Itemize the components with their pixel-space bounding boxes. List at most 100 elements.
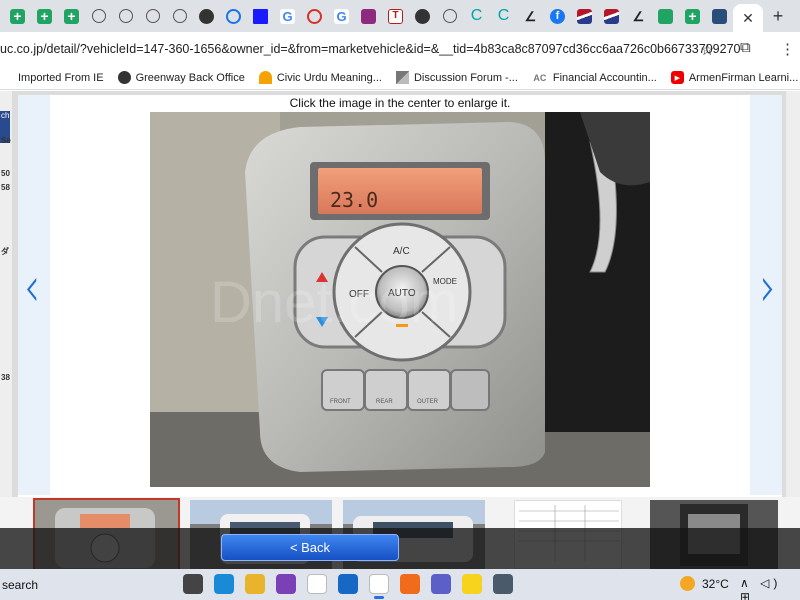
dots-icon: [442, 9, 457, 23]
browser-tab[interactable]: [436, 0, 463, 32]
bookmark-star-icon[interactable]: ☆: [700, 40, 714, 60]
forum-icon: [395, 71, 409, 84]
rainbow-icon: [258, 71, 272, 84]
bottom-overlay: [0, 528, 800, 569]
browser-tab[interactable]: C: [463, 0, 490, 32]
browser-tab[interactable]: [409, 0, 436, 32]
new-tab-button[interactable]: +: [763, 6, 793, 27]
bookmark-label: Civic Urdu Meaning...: [276, 71, 382, 84]
browser-tab[interactable]: f: [544, 0, 571, 32]
bookmark-item[interactable]: Discussion Forum -...: [395, 71, 518, 84]
active-tab-close-icon[interactable]: ✕: [733, 4, 763, 32]
blue-square-icon: [253, 8, 268, 24]
browser-tab[interactable]: ∠: [625, 0, 652, 32]
background-text: 50: [1, 169, 10, 178]
back-button[interactable]: < Back: [221, 534, 399, 561]
bookmark-item[interactable]: Greenway Back Office: [117, 71, 245, 84]
sticky-notes-icon[interactable]: [462, 574, 482, 594]
address-bar[interactable]: uc.co.jp/detail/?vehicleId=147-360-1656&…: [0, 42, 740, 56]
enlarge-hint: Click the image in the center to enlarge…: [289, 96, 511, 110]
outlook-icon[interactable]: [338, 574, 358, 594]
ac-logo-icon: AC: [533, 72, 547, 83]
browser-tab[interactable]: [139, 0, 166, 32]
car-site-icon: [712, 8, 727, 24]
prev-image-arrow-icon[interactable]: ‹: [24, 256, 40, 320]
purple-square-icon: [361, 8, 376, 24]
weather-icon[interactable]: [680, 576, 695, 591]
browser-tab[interactable]: [598, 0, 625, 32]
ring-logo-icon: [226, 8, 241, 24]
active-app-indicator: [374, 596, 384, 599]
bookmark-item[interactable]: Imported From IE: [0, 71, 104, 84]
system-tray[interactable]: ∧ ◁) ⊞: [740, 576, 800, 600]
green-plus-icon: [64, 8, 79, 24]
green-plus-icon: [10, 8, 25, 24]
t-logo-icon: T: [388, 8, 403, 24]
file-explorer-icon[interactable]: [245, 574, 265, 594]
browser-tab[interactable]: [166, 0, 193, 32]
bookmark-item[interactable]: Civic Urdu Meaning...: [258, 71, 382, 84]
task-view-icon[interactable]: [183, 574, 203, 594]
background-text: Se: [1, 136, 11, 145]
tab-strip: G G T CC ∠ f ∠ ✕+: [0, 0, 800, 32]
main-vehicle-photo[interactable]: 23.0 A/C OFF AUTO MODE FRONT REAR OUTER …: [150, 112, 650, 487]
bookmark-item[interactable]: ▶ ArmenFirman Learni...: [670, 71, 799, 84]
browser-tab[interactable]: [652, 0, 679, 32]
bookmark-label: Financial Accountin...: [552, 71, 657, 84]
bookmark-label: Imported From IE: [18, 71, 104, 84]
greenway-icon: [117, 71, 131, 84]
dash-icon: ∠: [632, 8, 645, 24]
background-text: 38: [1, 373, 10, 382]
phone-icon: [91, 9, 106, 23]
background-text: 58: [1, 183, 10, 192]
browser-tab[interactable]: [85, 0, 112, 32]
taskbar-search[interactable]: search: [2, 578, 38, 592]
extensions-icon[interactable]: ⧉: [740, 39, 751, 56]
facebook-icon: f: [550, 8, 565, 24]
onenote-icon[interactable]: [276, 574, 296, 594]
browser-tab[interactable]: G: [274, 0, 301, 32]
java-icon[interactable]: [307, 574, 327, 594]
browser-tab[interactable]: [4, 0, 31, 32]
browser-tab[interactable]: [112, 0, 139, 32]
globe-icon: [199, 8, 214, 24]
c-logo-icon: C: [497, 7, 510, 24]
red-circle-icon: [307, 8, 322, 24]
photo-watermark: Dnet.com: [210, 270, 458, 335]
next-image-arrow-icon[interactable]: ›: [760, 256, 776, 320]
firefox-icon[interactable]: [400, 574, 420, 594]
browser-tab[interactable]: ∠: [517, 0, 544, 32]
edge-icon[interactable]: [214, 574, 234, 594]
browser-menu-icon[interactable]: ⋮: [780, 40, 795, 58]
bookmark-label: ArmenFirman Learni...: [688, 71, 799, 84]
browser-tab[interactable]: G: [328, 0, 355, 32]
bookmark-item[interactable]: AC Financial Accountin...: [532, 71, 657, 84]
windows-taskbar: search 32°C ∧ ◁) ⊞: [0, 569, 800, 600]
ac-button-label: A/C: [393, 246, 410, 257]
browser-tab[interactable]: C: [490, 0, 517, 32]
calculator-icon[interactable]: [493, 574, 513, 594]
google-icon: G: [334, 8, 349, 24]
browser-tab[interactable]: [355, 0, 382, 32]
browser-tab[interactable]: [706, 0, 733, 32]
browser-tab[interactable]: [301, 0, 328, 32]
outer-air-label: OUTER: [417, 399, 439, 405]
browser-tab[interactable]: [247, 0, 274, 32]
front-defrost-label: FRONT: [330, 399, 351, 405]
green-plus-icon: [37, 8, 52, 24]
weather-temperature[interactable]: 32°C: [702, 577, 729, 591]
chrome-icon[interactable]: [369, 574, 389, 594]
google-icon: G: [280, 8, 295, 24]
browser-tab[interactable]: T: [382, 0, 409, 32]
browser-tab[interactable]: [193, 0, 220, 32]
browser-tab[interactable]: [31, 0, 58, 32]
browser-tab[interactable]: [220, 0, 247, 32]
browser-tab[interactable]: [571, 0, 598, 32]
folder-icon: [0, 71, 13, 84]
browser-tab[interactable]: [679, 0, 706, 32]
flag-stripe-icon: [577, 8, 592, 24]
teams-icon[interactable]: [431, 574, 451, 594]
browser-tab[interactable]: [58, 0, 85, 32]
bookmarks-bar: Imported From IE Greenway Back Office Civi…: [0, 66, 800, 90]
background-text: ダ: [1, 247, 9, 256]
